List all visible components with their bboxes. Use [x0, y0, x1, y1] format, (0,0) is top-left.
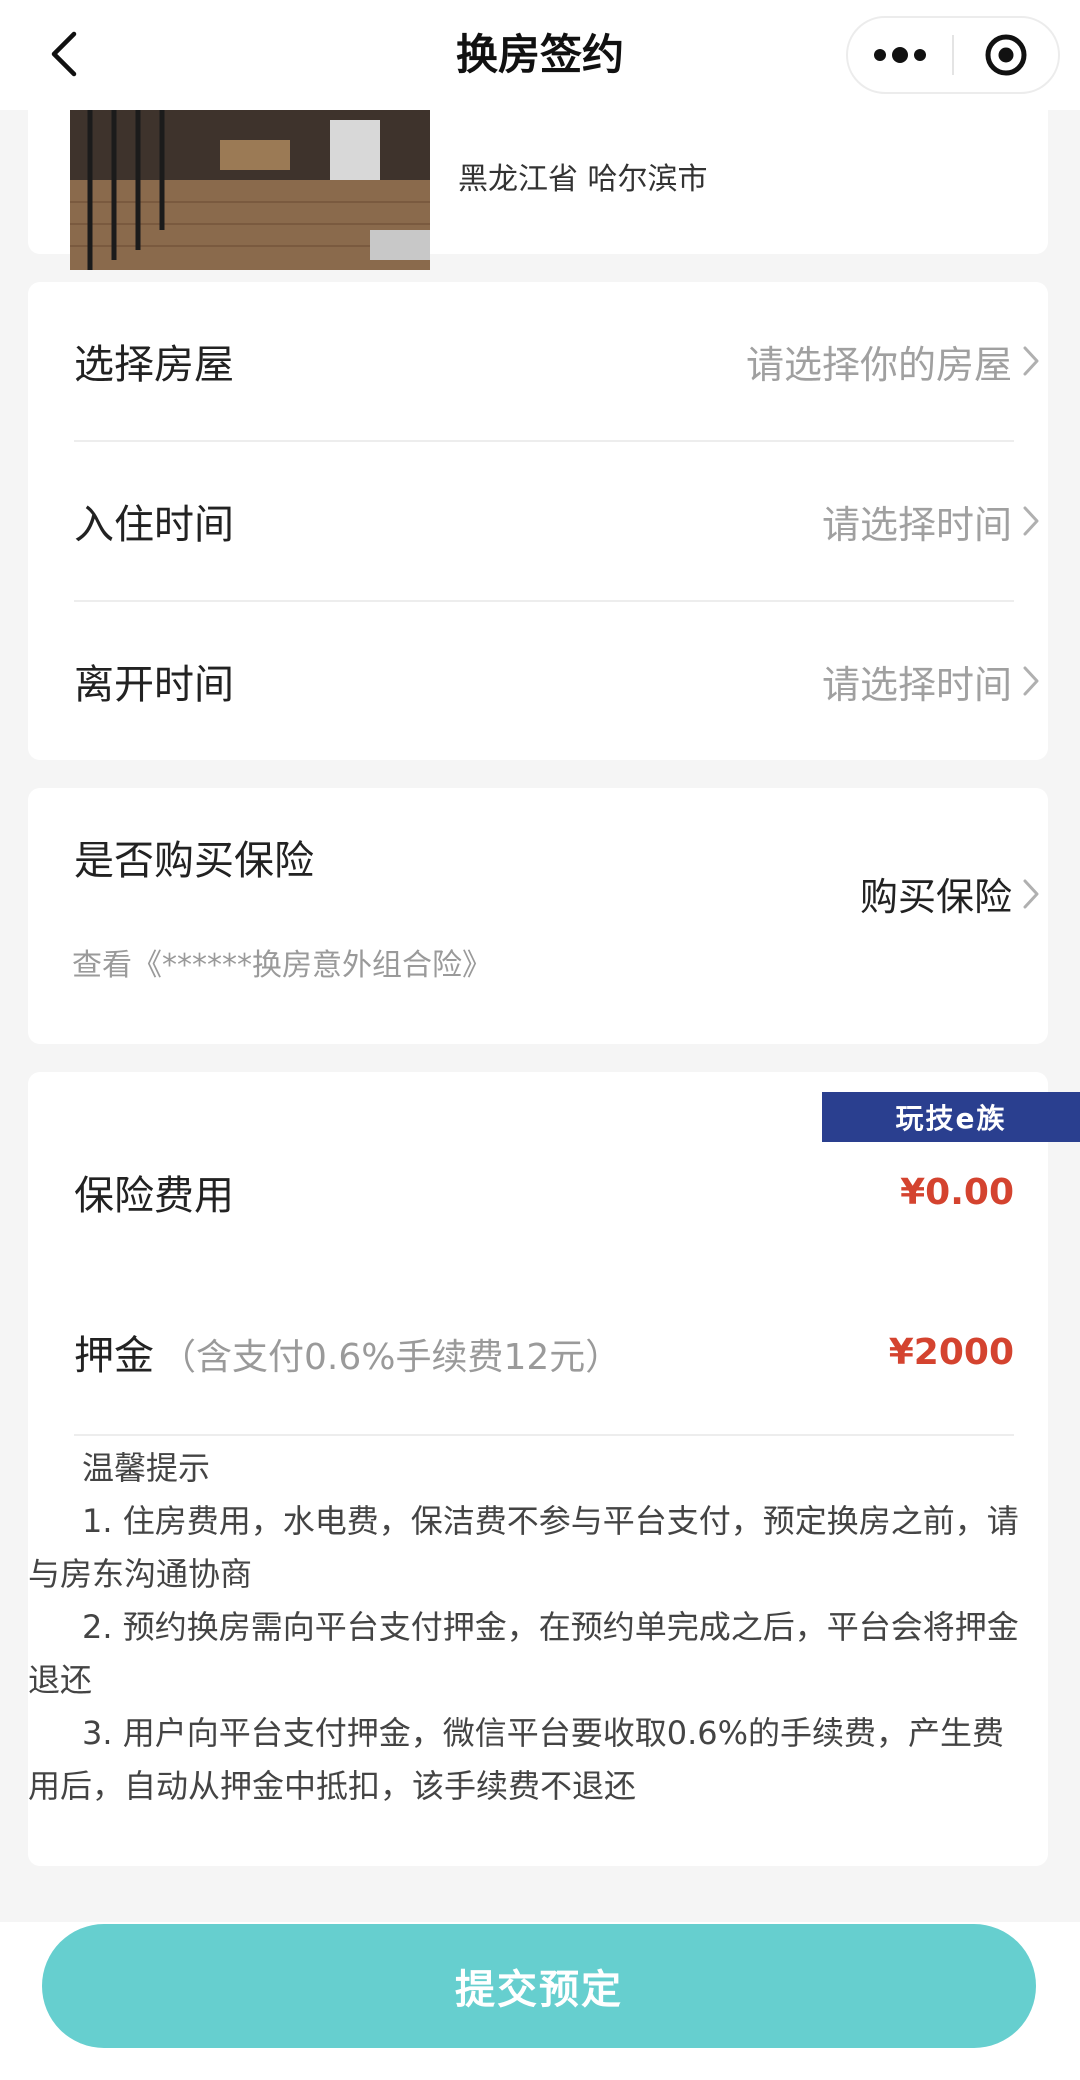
target-icon: [985, 34, 1027, 76]
deposit-amount: ¥2000: [888, 1331, 1014, 1373]
booking-selection-card: 选择房屋 请选择你的房屋 入住时间 请选择时间 离开时间 请选择时间: [28, 282, 1048, 760]
select-house-row[interactable]: 选择房屋 请选择你的房屋: [74, 282, 1040, 440]
insurance-fee-amount: ¥0.00: [900, 1171, 1014, 1213]
checkin-time-label: 入住时间: [74, 502, 234, 548]
close-mini-program-button[interactable]: [954, 18, 1058, 92]
checkout-time-placeholder: 请选择时间: [821, 662, 1012, 707]
insurance-card: 是否购买保险 查看《******换房意外组合险》 购买保险: [28, 788, 1048, 1044]
checkin-time-placeholder: 请选择时间: [821, 502, 1012, 547]
more-dots-icon: [874, 47, 926, 63]
deposit-row: 押金 （含支付0.6%手续费12元） ¥2000: [74, 1312, 1014, 1392]
watermark-logo: 玩技e族: [822, 1092, 1080, 1142]
insurance-question: 是否购买保险: [74, 838, 314, 884]
chevron-right-icon: [1023, 506, 1039, 536]
more-button[interactable]: [848, 18, 952, 92]
insurance-terms-link[interactable]: 查看《******换房意外组合险》: [72, 940, 492, 984]
tip-item: 3. 用户向平台支付押金，微信平台要收取0.6%的手续费，产生费用后，自动从押金…: [28, 1714, 1005, 1805]
tip-item: 1. 住房费用，水电费，保洁费不参与平台支付，预定换房之前，请与房东沟通协商: [28, 1502, 1019, 1593]
room-location: 黑龙江省 哈尔滨市: [458, 162, 708, 197]
checkout-time-row[interactable]: 离开时间 请选择时间: [74, 602, 1040, 760]
tip-item: 2. 预约换房需向平台支付押金，在预约单完成之后，平台会将押金退还: [28, 1608, 1019, 1699]
submit-booking-button[interactable]: 提交预定: [42, 1924, 1036, 2048]
tips-section: 温馨提示 1. 住房费用，水电费，保洁费不参与平台支付，预定换房之前，请与房东沟…: [28, 1442, 1048, 1813]
chevron-right-icon: [1023, 346, 1039, 376]
fees-divider: [74, 1434, 1014, 1436]
chevron-right-icon: [1023, 666, 1039, 696]
select-house-placeholder: 请选择你的房屋: [745, 342, 1012, 387]
deposit-label-group: 押金 （含支付0.6%手续费12元）: [74, 1323, 621, 1381]
nav-bar: 换房签约: [0, 0, 1080, 110]
mini-program-capsule: [846, 16, 1060, 94]
deposit-note: （含支付0.6%手续费12元）: [160, 1337, 622, 1378]
tips-title: 温馨提示: [82, 1449, 211, 1487]
chevron-right-icon: [1023, 879, 1039, 908]
checkout-time-label: 离开时间: [74, 662, 234, 708]
checkin-time-row[interactable]: 入住时间 请选择时间: [74, 442, 1040, 600]
room-photo-image: [70, 110, 430, 270]
room-photo[interactable]: [70, 110, 430, 270]
select-house-label: 选择房屋: [74, 342, 234, 388]
buy-insurance-button[interactable]: 购买保险: [860, 866, 1040, 921]
deposit-label: 押金: [74, 1333, 154, 1379]
buy-insurance-label: 购买保险: [859, 875, 1012, 919]
insurance-fee-row: 保险费用 ¥0.00: [74, 1152, 1014, 1232]
insurance-fee-label: 保险费用: [74, 1173, 234, 1219]
fees-card: 保险费用 ¥0.00 押金 （含支付0.6%手续费12元） ¥2000 温馨提示 …: [28, 1072, 1048, 1866]
